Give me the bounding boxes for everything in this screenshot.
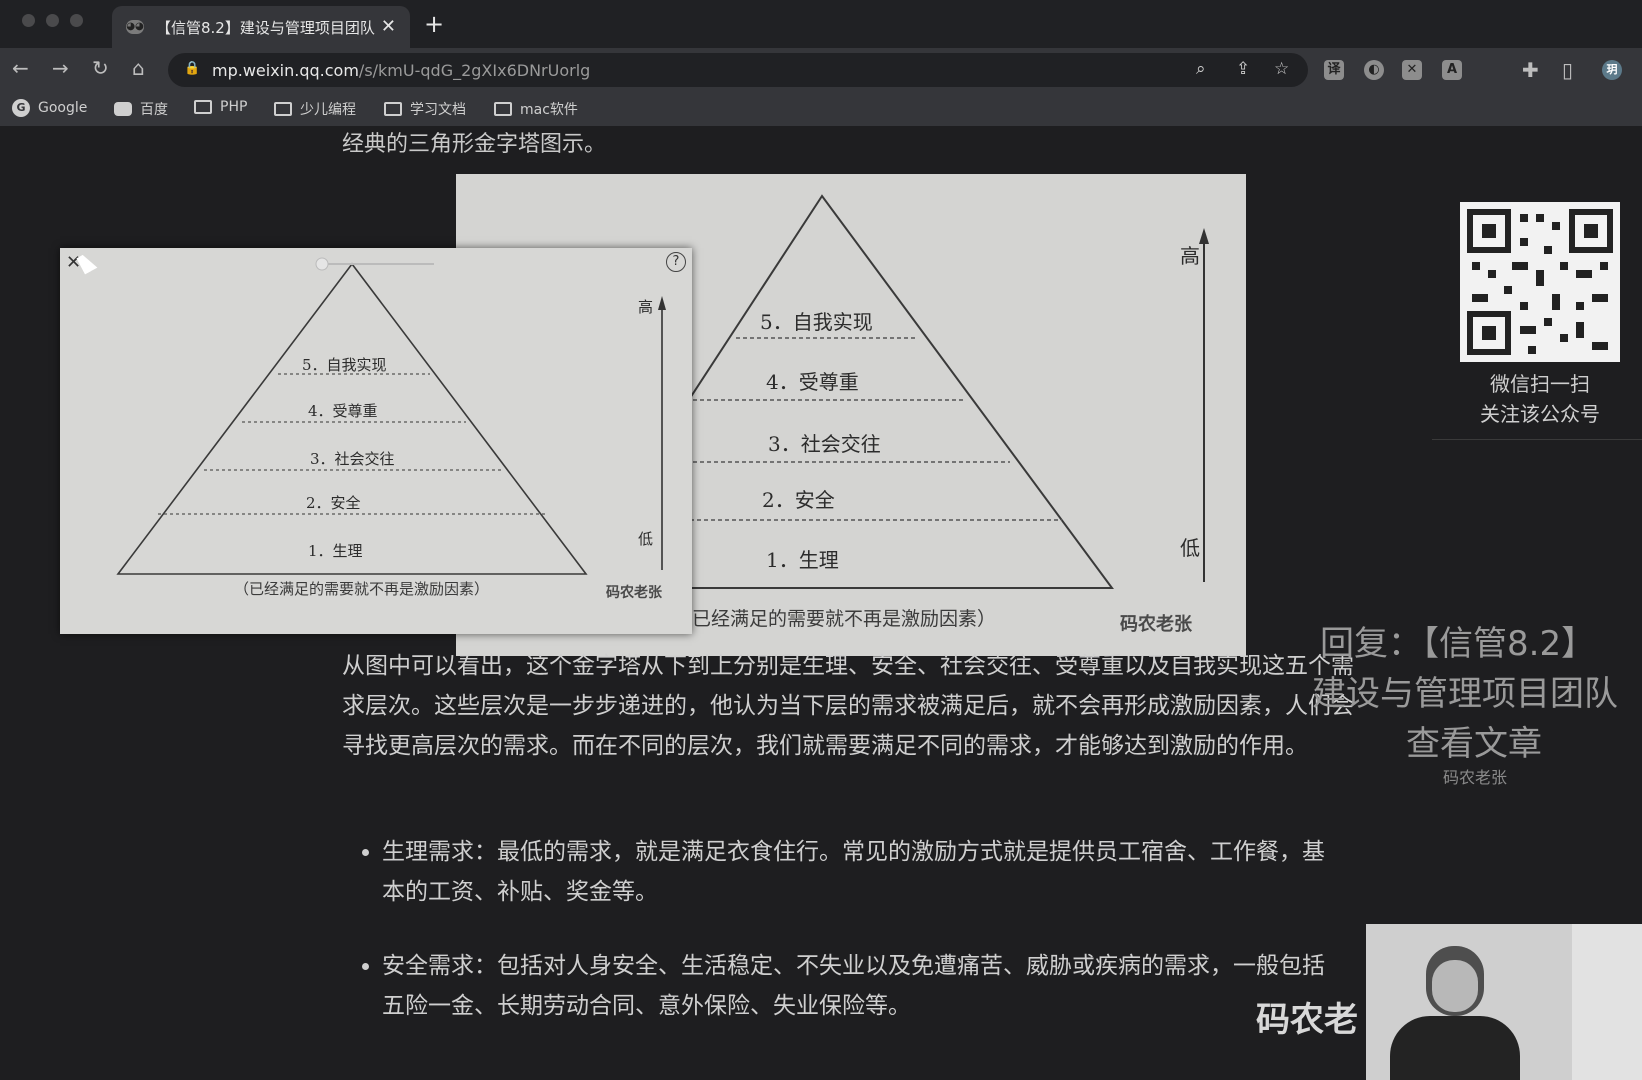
video-watermark: 码农老 [1256,1000,1358,1040]
google-icon: G [12,99,30,117]
window-zoom-dot[interactable] [70,14,83,27]
webcam-wall [1572,924,1642,1080]
bookmark-php[interactable]: PHP [194,99,247,115]
translate-extension-icon[interactable]: 译 [1324,60,1344,80]
image-preview-popup: ✕ ? 5．自我实现 4．受尊重 3．社会交往 2．安全 1．生理 高 低 （已… [60,248,692,634]
promo-author: 码农老张 [1443,768,1508,787]
intro-text: 经典的三角形金字塔图示。 [342,132,607,157]
popup-high-label: 高 [638,298,654,316]
presenter-body [1390,1016,1520,1080]
tab-bar: ◕◕ 【信管8.2】建设与管理项目团队 ✕ + [0,0,1642,48]
zoom-icon[interactable]: ⌕ [1196,59,1206,79]
presenter-face [1432,960,1478,1012]
level-5-label: 5．自我实现 [760,310,873,334]
popup-level-3-label: 3．社会交往 [310,450,395,468]
article-page: 经典的三角形金字塔图示。 5．自我实现 4．受尊重 3．社会交往 2．安全 1．… [0,126,1642,1080]
list-item-physiological: 生理需求：最低的需求，就是满足衣食住行。常见的激励方式就是提供员工宿舍、工作餐，… [362,832,1342,912]
url-path: /s/kmU-qdG_2gXIx6DNrUorlg [358,61,591,80]
side-panel-icon[interactable]: ▯ [1562,58,1573,82]
pyramid-watermark: 码农老张 [1120,614,1192,635]
bookmark-study-docs[interactable]: 学习文档 [384,99,466,119]
popup-pyramid-drawing [116,257,666,575]
folder-icon [274,102,292,116]
bookmark-mac-software[interactable]: mac软件 [494,99,578,119]
pyramid-caption: 已经满足的需要就不再是激励因素） [692,608,997,630]
folder-icon [494,102,512,116]
address-bar[interactable]: 🔒 mp.weixin.qq.com/s/kmU-qdG_2gXIx6DNrUo… [168,53,1308,87]
bookmarks-bar: G Google 百度 PHP 少儿编程 学习文档 mac软件 [0,92,1642,127]
circle-extension-icon[interactable]: ◐ [1364,60,1384,80]
home-icon[interactable]: ⌂ [132,56,145,80]
level-4-label: 4．受尊重 [766,370,859,394]
bookmark-star-icon[interactable]: ☆ [1274,59,1289,79]
qr-label-scan: 微信扫一扫 [1490,372,1590,396]
bookmark-google[interactable]: G Google [12,99,87,117]
extensions-puzzle-icon[interactable]: ✚ [1522,58,1539,82]
folder-icon [194,100,212,114]
bullet-dot [362,963,369,970]
list-item-safety: 安全需求：包括对人身安全、生活稳定、不失业以及免遭痛苦、威胁或疾病的需求，一般包… [362,946,1342,1026]
tab-close-icon[interactable]: ✕ [381,16,396,37]
browser-toolbar: ← → ↻ ⌂ 🔒 mp.weixin.qq.com/s/kmU-qdG_2gX… [0,48,1642,92]
popup-level-5-label: 5．自我实现 [302,356,387,374]
tab-title: 【信管8.2】建设与管理项目团队 [156,18,375,37]
promo-reply-text: 回复：【信管8.2】 [1320,624,1596,664]
bookmark-kids-coding[interactable]: 少儿编程 [274,99,356,119]
reload-icon[interactable]: ↻ [92,56,109,80]
high-label: 高 [1180,244,1200,268]
level-2-label: 2．安全 [762,488,835,512]
font-extension-icon[interactable]: A [1442,60,1462,80]
promo-view-text: 查看文章 [1406,724,1542,764]
popup-watermark: 码农老张 [606,585,662,601]
lock-icon[interactable]: 🔒 [184,61,200,76]
webcam-overlay [1366,924,1642,1080]
url-host: mp.weixin.qq.com [212,61,359,80]
level-1-label: 1．生理 [766,548,839,572]
baidu-icon [114,102,132,116]
level-3-label: 3．社会交往 [768,432,881,456]
popup-level-2-label: 2．安全 [306,494,361,512]
browser-tab[interactable]: ◕◕ 【信管8.2】建设与管理项目团队 ✕ [112,6,410,48]
profile-avatar[interactable]: 玥 [1602,60,1622,80]
sidebar-divider [1432,439,1642,440]
folder-icon [384,102,402,116]
x-extension-icon[interactable]: ✕ [1402,60,1422,80]
new-tab-button[interactable]: + [424,10,444,38]
window-minimize-dot[interactable] [46,14,59,27]
qr-code [1460,202,1620,362]
low-label: 低 [1180,536,1200,560]
bookmark-baidu[interactable]: 百度 [114,99,168,119]
wechat-icon: ◕◕ [126,20,144,34]
article-paragraph: 从图中可以看出，这个金字塔从下到上分别是生理、安全、社会交往、受尊重以及自我实现… [342,653,1354,759]
back-arrow-icon[interactable]: ← [12,56,29,80]
qr-pattern [1467,209,1613,355]
popup-caption: （已经满足的需要就不再是激励因素） [234,580,490,598]
popup-low-label: 低 [638,530,654,548]
popup-level-1-label: 1．生理 [308,542,363,560]
popup-level-4-label: 4．受尊重 [308,402,378,420]
promo-topic-text: 建设与管理项目团队 [1312,674,1618,714]
forward-arrow-icon[interactable]: → [52,56,69,80]
help-icon[interactable]: ? [666,252,686,272]
qr-label-follow: 关注该公众号 [1480,402,1600,426]
window-close-dot[interactable] [22,14,35,27]
url-text[interactable]: mp.weixin.qq.com/s/kmU-qdG_2gXIx6DNrUorl… [212,61,590,80]
share-icon[interactable]: ⇪ [1236,59,1250,79]
bullet-dot [362,849,369,856]
